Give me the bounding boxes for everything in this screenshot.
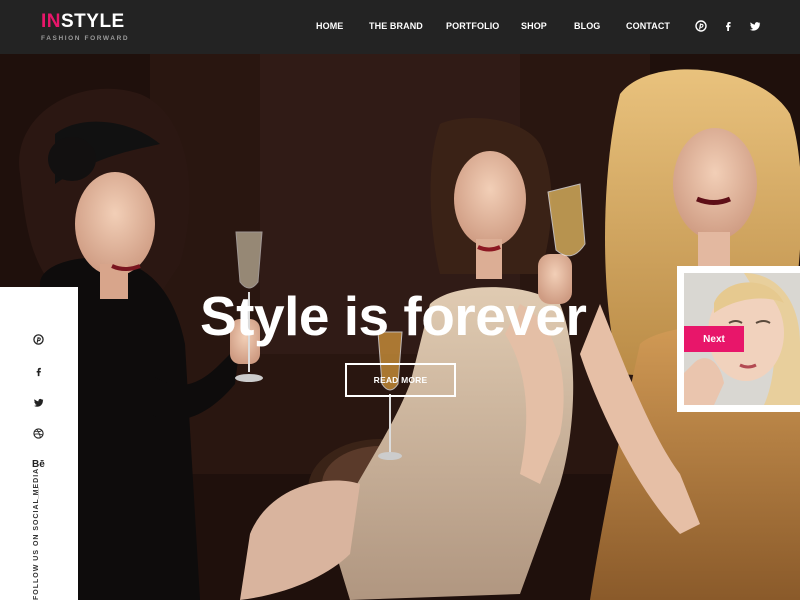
pinterest-icon[interactable] bbox=[695, 20, 707, 32]
pinterest-icon[interactable] bbox=[33, 334, 44, 345]
facebook-icon[interactable] bbox=[33, 366, 44, 377]
site-header: INSTYLE FASHION FORWARD HOME THE BRAND P… bbox=[0, 0, 800, 54]
follow-social-text: FOLLOW US ON SOCIAL MEDIA bbox=[33, 467, 40, 600]
next-slide-card[interactable]: Next bbox=[677, 266, 800, 412]
read-more-button[interactable]: READ MORE bbox=[345, 363, 456, 397]
nav-shop[interactable]: SHOP bbox=[521, 21, 547, 31]
dribbble-icon[interactable] bbox=[33, 428, 44, 439]
logo-wordmark: INSTYLE bbox=[41, 12, 129, 32]
logo-tagline: FASHION FORWARD bbox=[41, 35, 130, 42]
logo-name: STYLE bbox=[61, 11, 125, 32]
next-button[interactable]: Next bbox=[684, 326, 744, 352]
twitter-icon[interactable] bbox=[33, 397, 44, 408]
site-logo[interactable]: INSTYLE FASHION FORWARD bbox=[41, 12, 130, 43]
hero-title: Style is forever bbox=[200, 285, 587, 347]
nav-contact[interactable]: CONTACT bbox=[626, 21, 670, 31]
nav-the-brand[interactable]: THE BRAND bbox=[369, 21, 423, 31]
nav-blog[interactable]: BLOG bbox=[574, 21, 600, 31]
nav-home[interactable]: HOME bbox=[316, 21, 343, 31]
nav-portfolio[interactable]: PORTFOLIO bbox=[446, 21, 499, 31]
twitter-icon[interactable] bbox=[749, 20, 761, 32]
logo-accent: IN bbox=[41, 11, 61, 32]
social-sidebar: Bē FOLLOW US ON SOCIAL MEDIA bbox=[0, 287, 78, 600]
facebook-icon[interactable] bbox=[722, 20, 734, 32]
